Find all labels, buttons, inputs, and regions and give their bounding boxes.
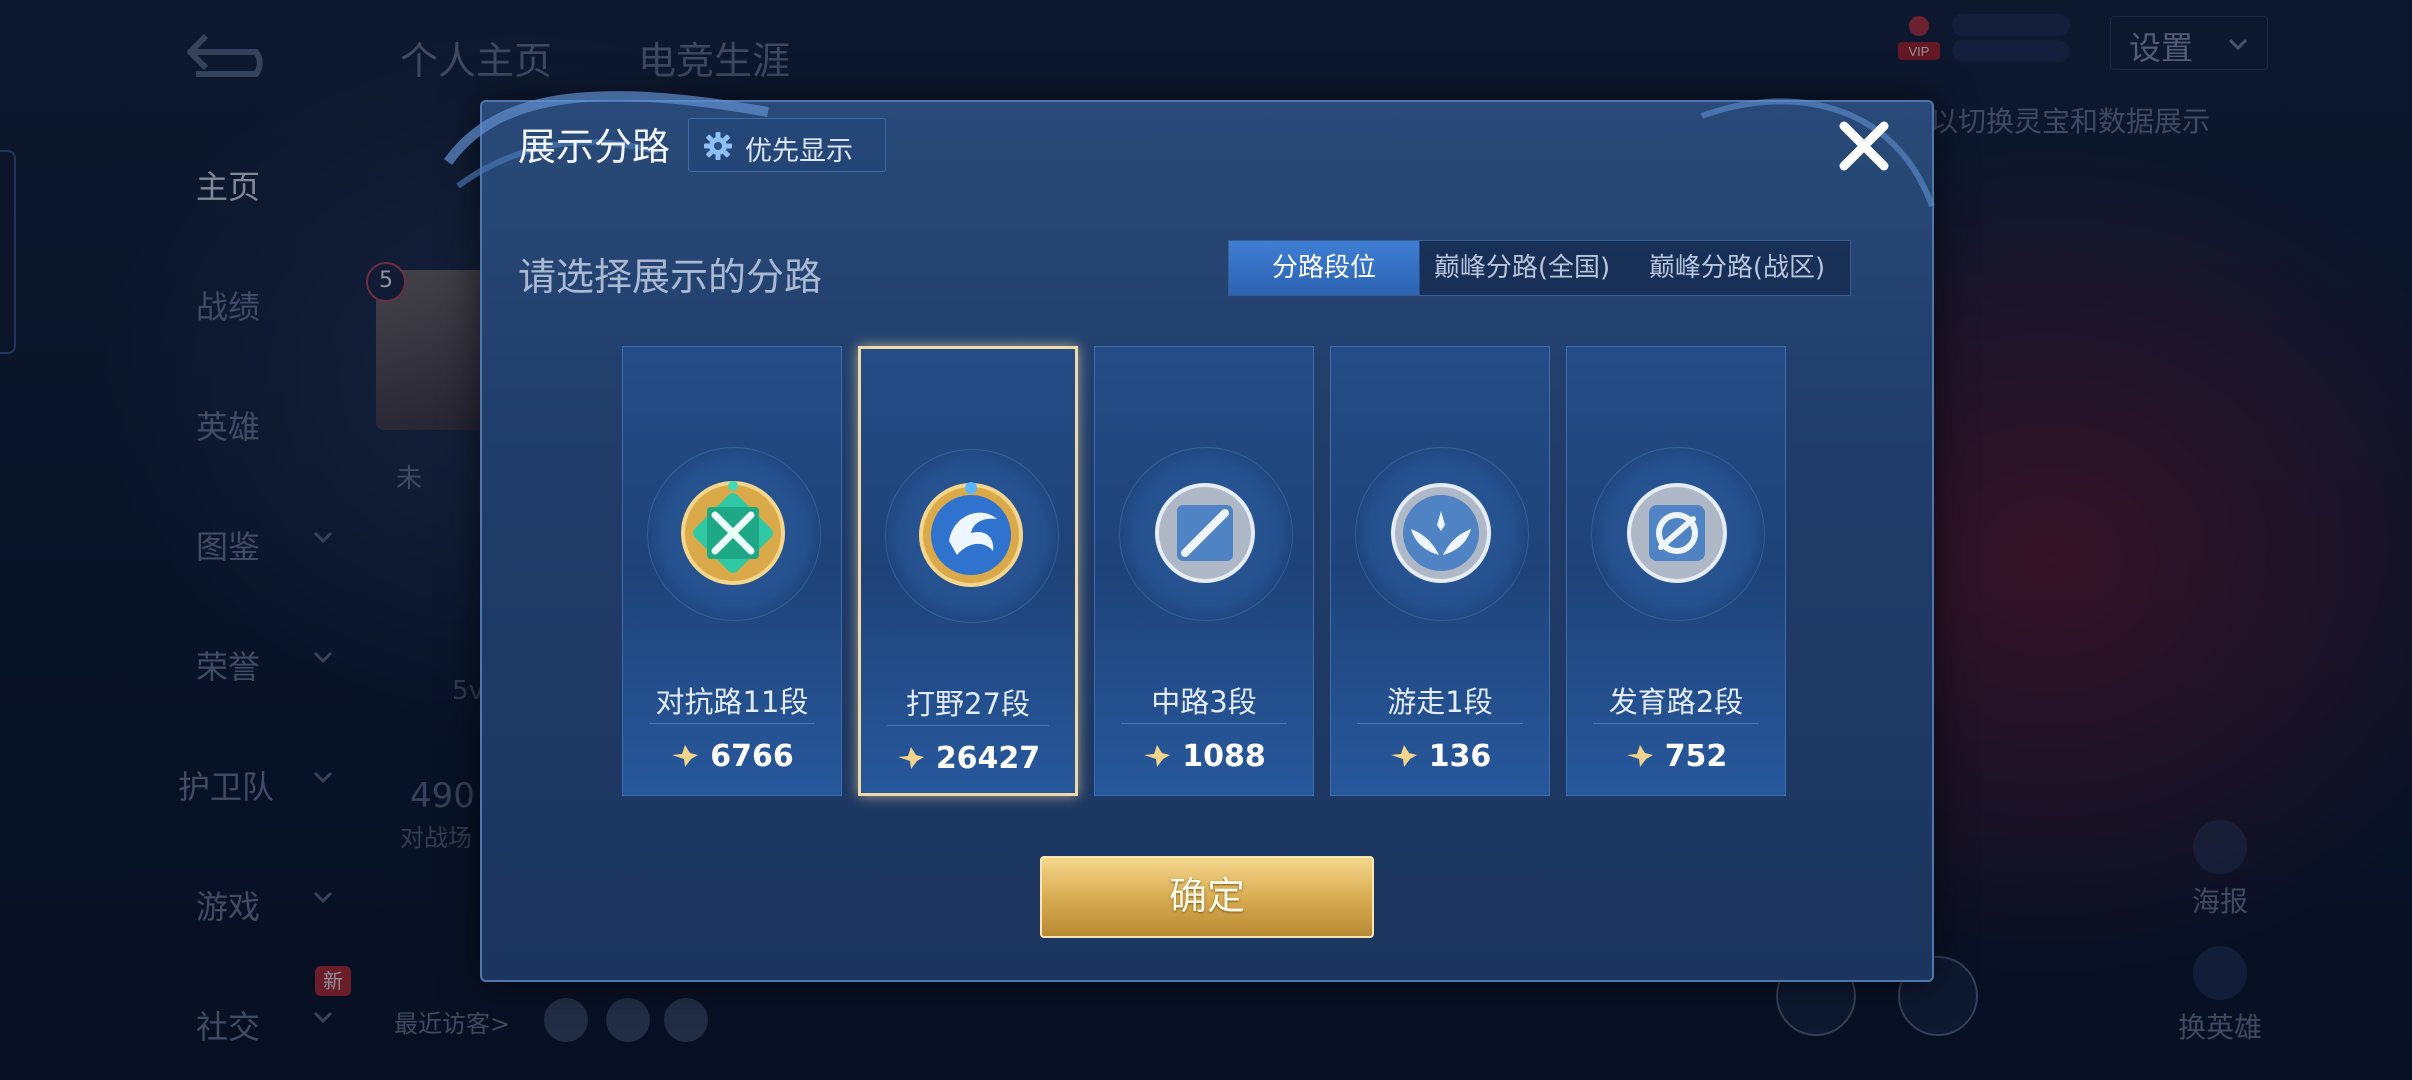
card-divider <box>1357 723 1523 724</box>
card-divider <box>1593 723 1759 724</box>
tab-peak-lane-region[interactable]: 巅峰分路(战区) <box>1624 241 1850 295</box>
power-points-icon <box>672 745 699 767</box>
dialog-subtitle: 请选择展示的分路 <box>518 255 823 299</box>
lane-card-mid[interactable]: 中路3段 1088 <box>1094 346 1314 796</box>
gear-icon <box>704 132 732 160</box>
lane-rank-label: 发育路2段 <box>1608 685 1744 719</box>
tab-lane-rank[interactable]: 分路段位 <box>1229 241 1420 295</box>
farm-lane-emblem-icon <box>1627 483 1727 583</box>
lane-display-dialog: 展示分路 优先显示 请选择展示的分路 分路段位 巅峰分路(全国) 巅峰分路(战区… <box>443 91 1935 982</box>
power-points-icon <box>1626 745 1653 767</box>
lane-score-value: 6766 <box>710 739 794 774</box>
priority-display-label: 优先显示 <box>745 136 853 167</box>
roam-emblem-icon <box>1391 483 1491 583</box>
lane-score: 26427 <box>861 741 1075 776</box>
dialog-title: 展示分路 <box>518 125 671 169</box>
lane-card-clash[interactable]: 对抗路11段 6766 <box>622 346 842 796</box>
jungle-emblem-icon <box>919 482 1023 587</box>
lane-card-farm[interactable]: 发育路2段 752 <box>1566 346 1786 796</box>
tab-peak-lane-national[interactable]: 巅峰分路(全国) <box>1420 241 1624 295</box>
close-icon[interactable] <box>1834 116 1894 176</box>
lane-rank-label: 打野27段 <box>906 687 1030 721</box>
lane-score: 752 <box>1567 739 1785 774</box>
lane-score: 6766 <box>623 739 841 774</box>
lane-category-tabs: 分路段位 巅峰分路(全国) 巅峰分路(战区) <box>1228 240 1851 296</box>
lane-score: 1088 <box>1095 739 1313 774</box>
priority-display-button[interactable]: 优先显示 <box>688 118 886 172</box>
swirl-ornament-icon <box>1700 98 1935 208</box>
mid-lane-emblem-icon <box>1155 483 1255 583</box>
power-points-icon <box>1390 745 1417 767</box>
lane-score-value: 1088 <box>1182 739 1266 774</box>
lane-score-value: 752 <box>1664 739 1728 774</box>
lane-rank-label: 中路3段 <box>1151 685 1257 719</box>
card-divider <box>887 725 1049 726</box>
lane-score-value: 136 <box>1428 739 1492 774</box>
lane-card-jungle[interactable]: 打野27段 26427 <box>858 346 1078 796</box>
lane-score-value: 26427 <box>935 741 1041 776</box>
card-divider <box>649 723 815 724</box>
lane-score: 136 <box>1331 739 1549 774</box>
power-points-icon <box>897 747 924 769</box>
lane-rank-label: 游走1段 <box>1387 685 1493 719</box>
power-points-icon <box>1144 745 1171 767</box>
lane-rank-label: 对抗路11段 <box>655 685 809 719</box>
clash-lane-emblem-icon <box>681 481 785 585</box>
confirm-button[interactable]: 确定 <box>1040 856 1374 938</box>
lane-card-roam[interactable]: 游走1段 136 <box>1330 346 1550 796</box>
card-divider <box>1121 723 1287 724</box>
